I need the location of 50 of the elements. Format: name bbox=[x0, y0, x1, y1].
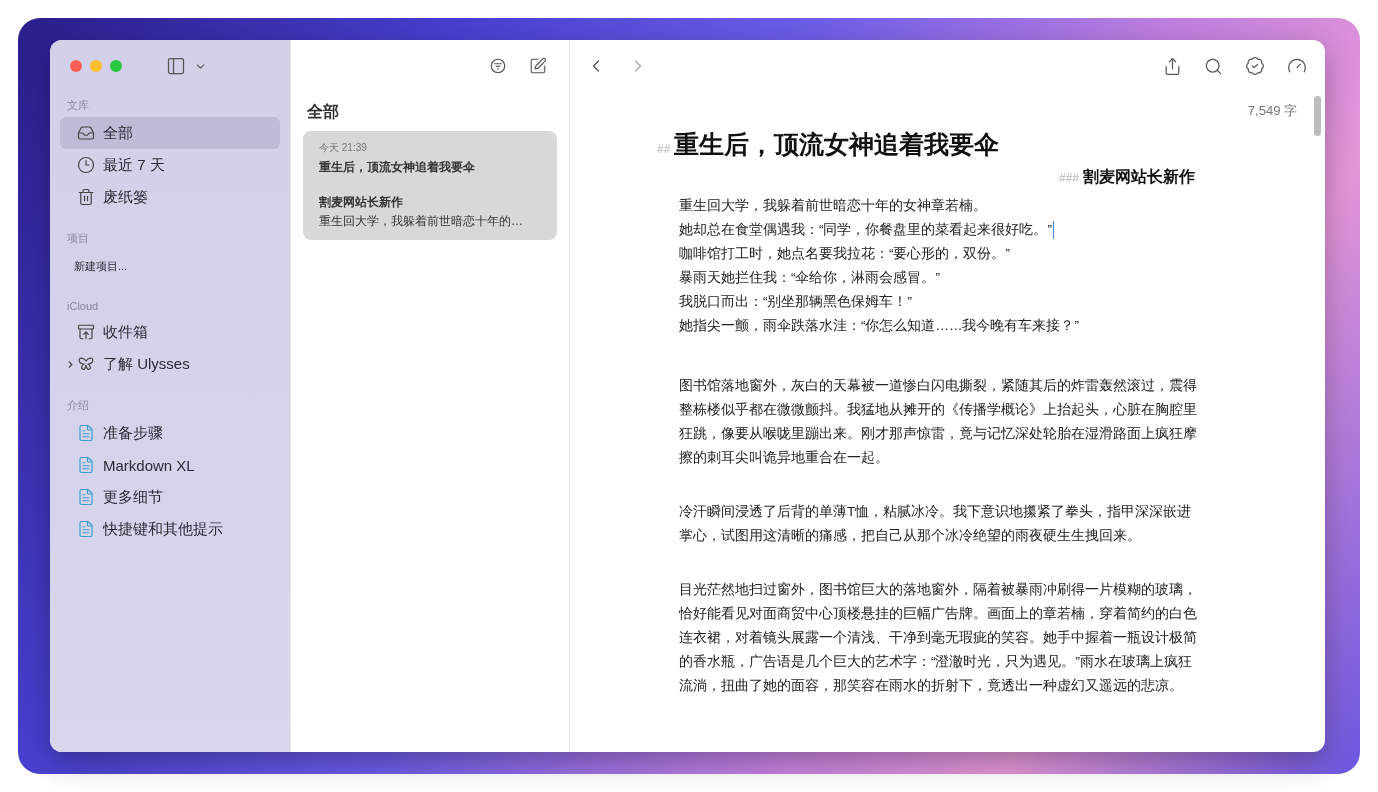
sheet-date: 今天 21:39 bbox=[319, 141, 368, 155]
section-label: iCloud bbox=[67, 300, 100, 312]
paragraph: 图书馆落地窗外，灰白的天幕被一道惨白闪电撕裂，紧随其后的炸雷轰然滚过，震得整栋楼似乎都在微微颤抖。我猛地从摊开的《传播学概论》上抬起头，心脏在胸腔里狂跳，像要从喉咙里蹦出来。刚才那声惊雷，竟与记忆深处轮胎在湿滑路面上疯狂摩擦的刺耳尖叫诡异地重合在一起。 bbox=[679, 377, 1198, 467]
document-heading: 重生后，顶流女神追着我要伞 bbox=[674, 129, 1000, 160]
sheet-card[interactable]: 今天 21:39 重生后，顶流女神追着我要伞 割麦网站长新作 重生回大学，我躲着前世暗恋十年的… bbox=[303, 131, 557, 240]
document-icon bbox=[77, 520, 95, 538]
text-line: 她却总在食堂偶遇我：“同学，你餐盘里的菜看起来很好吃。” bbox=[679, 221, 1052, 239]
text-line: 她指尖一颤，雨伞跌落水洼：“你怎么知道……我今晚有车来接？” bbox=[679, 317, 1079, 335]
filter-icon[interactable] bbox=[489, 57, 507, 75]
word-count: 7,549 字 bbox=[1247, 102, 1297, 120]
tray-icon bbox=[77, 323, 95, 341]
sidebar-toggle-icon[interactable] bbox=[166, 56, 186, 76]
sidebar-item[interactable]: 废纸篓 bbox=[60, 181, 280, 213]
sheet-subtitle: 割麦网站长新作 bbox=[319, 194, 404, 211]
section-label: 文库 bbox=[67, 98, 90, 113]
paragraph: 目光茫然地扫过窗外，图书馆巨大的落地窗外，隔着被暴雨冲刷得一片模糊的玻璃，恰好能看见对面商贸中心顶楼悬挂的巨幅广告牌。画面上的章若楠，穿着简约的白色连衣裙，对着镜头展露一个清浅、干净到毫无瑕疵的笑容。她手中握着一瓶设计极简的香水瓶，广告语是几个巨大的艺术字：“澄澈时光，只为遇见。”雨水在玻璃上疯狂流淌，扭曲了她的面容，那笑容在雨水的折射下，竟透出一种虚幻又遥远的悲凉。 bbox=[679, 581, 1198, 695]
text-line: 我脱口而出：“别坐那辆黑色保姆车！” bbox=[679, 293, 912, 311]
document-subheading: 割麦网站长新作 bbox=[1083, 167, 1195, 187]
sidebar-item[interactable]: Markdown XL bbox=[60, 449, 280, 481]
sidebar-item[interactable]: 收件箱 bbox=[60, 316, 280, 348]
sidebar-item[interactable]: 准备步骤 bbox=[60, 417, 280, 449]
sidebar-item[interactable]: 最近 7 天 bbox=[60, 149, 280, 181]
section-label: 项目 bbox=[67, 231, 90, 246]
text-line: 咖啡馆打工时，她点名要我拉花：“要心形的，双份。” bbox=[679, 245, 1010, 263]
document-icon bbox=[77, 424, 95, 442]
section-label: 介绍 bbox=[67, 398, 90, 413]
sidebar-item[interactable]: 新建项目... bbox=[60, 250, 280, 282]
paragraph: 冷汗瞬间浸透了后背的单薄T恤，粘腻冰冷。我下意识地攥紧了拳头，指甲深深嵌进掌心，试图用这清晰的痛感，把自己从那个冰冷绝望的雨夜硬生生拽回来。 bbox=[679, 503, 1193, 545]
tray-icon bbox=[77, 124, 95, 142]
search-icon[interactable] bbox=[1204, 56, 1223, 76]
document-icon bbox=[77, 488, 95, 506]
sidebar-item[interactable]: 快捷键和其他提示 bbox=[60, 513, 280, 545]
heading-marker: ### bbox=[1058, 171, 1079, 185]
compose-icon[interactable] bbox=[529, 57, 547, 75]
sidebar-item[interactable]: 全部 bbox=[60, 117, 280, 149]
text-line: 重生回大学，我躲着前世暗恋十年的女神章若楠。 bbox=[679, 197, 987, 215]
sheet-title: 重生后，顶流女神追着我要伞 bbox=[319, 159, 476, 176]
badge-check-icon[interactable] bbox=[1245, 56, 1265, 76]
text-line: 暴雨天她拦住我：“伞给你，淋雨会感冒。” bbox=[679, 269, 940, 287]
sidebar-item[interactable]: 了解 Ulysses bbox=[60, 348, 280, 380]
butterfly-icon bbox=[77, 355, 95, 373]
heading-marker: ## bbox=[657, 142, 671, 156]
sidebar-item[interactable]: 更多细节 bbox=[60, 481, 280, 513]
list-title: 全部 bbox=[307, 102, 340, 122]
share-icon[interactable] bbox=[1163, 56, 1182, 76]
sheet-excerpt: 重生回大学，我躲着前世暗恋十年的… bbox=[319, 213, 524, 230]
trash-icon bbox=[77, 188, 95, 206]
clock-icon bbox=[77, 156, 95, 174]
scrollbar-thumb[interactable] bbox=[1314, 96, 1321, 136]
document-icon bbox=[77, 456, 95, 474]
